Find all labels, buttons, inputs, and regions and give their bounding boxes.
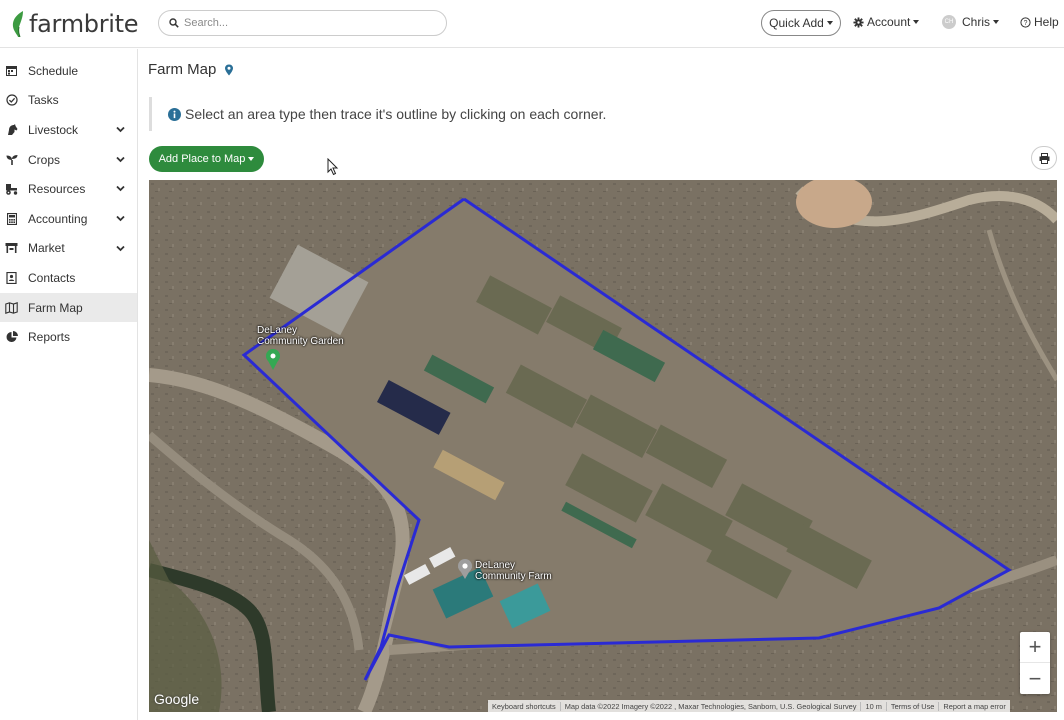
instruction-callout: Select an area type then trace it's outl… <box>149 97 709 131</box>
map-icon <box>5 301 18 314</box>
sidebar-item-label: Crops <box>28 152 61 167</box>
user-menu[interactable]: CH Chris <box>942 15 1000 29</box>
caret-down-icon <box>993 20 1000 24</box>
search-input[interactable] <box>184 17 434 29</box>
sidebar-item-label: Tasks <box>28 93 59 108</box>
tractor-icon <box>5 183 18 196</box>
sidebar-item-label: Contacts <box>28 270 76 285</box>
store-icon <box>5 242 18 255</box>
address-book-icon <box>5 271 18 284</box>
page-title: Farm Map <box>148 61 234 78</box>
gear-icon <box>853 16 864 28</box>
question-circle-icon: ? <box>1020 16 1031 28</box>
user-name: Chris <box>962 15 991 29</box>
instruction-text: Select an area type then trace it's outl… <box>185 106 607 122</box>
chevron-down-icon[interactable] <box>116 244 125 253</box>
search-icon <box>169 18 179 28</box>
zoom-out-button[interactable]: − <box>1020 663 1050 694</box>
keyboard-shortcuts-link[interactable]: Keyboard shortcuts <box>488 701 561 711</box>
caret-down-icon <box>248 157 255 161</box>
help-label: Help <box>1034 15 1059 29</box>
sidebar-item-label: Schedule <box>28 63 79 78</box>
sidebar-item-accounting[interactable]: Accounting <box>0 204 137 234</box>
sidebar-item-label: Farm Map <box>28 300 83 315</box>
map-marker-icon <box>225 64 234 75</box>
logo-text: farmbrite <box>29 10 139 38</box>
sidebar-item-label: Resources <box>28 182 86 197</box>
chevron-down-icon[interactable] <box>116 184 125 193</box>
chevron-down-icon[interactable] <box>116 125 125 134</box>
sidebar-item-livestock[interactable]: Livestock <box>0 115 137 145</box>
terms-link[interactable]: Terms of Use <box>887 701 940 711</box>
help-link[interactable]: ? Help <box>1020 15 1059 29</box>
calendar-icon <box>5 64 18 77</box>
add-place-label: Add Place to Map <box>158 153 246 165</box>
farm-map-canvas[interactable]: DeLaney Community Garden DeLaney Communi… <box>149 180 1057 712</box>
zoom-controls: + − <box>1020 632 1050 694</box>
account-menu[interactable]: Account <box>853 15 920 29</box>
map-attribution: Keyboard shortcuts Map data ©2022 Imager… <box>488 700 1010 712</box>
sidebar-item-label: Livestock <box>28 122 79 137</box>
caret-down-icon <box>913 20 920 24</box>
map-data-text: Map data ©2022 Imagery ©2022 , Maxar Tec… <box>561 701 862 711</box>
garden-label-line2: Community Garden <box>257 336 344 347</box>
quick-add-button[interactable]: Quick Add <box>761 10 841 36</box>
check-circle-icon <box>5 94 18 107</box>
sidebar: Schedule Tasks Livestock Crops Resources… <box>0 49 138 720</box>
sidebar-item-label: Accounting <box>28 211 88 226</box>
sidebar-item-contacts[interactable]: Contacts <box>0 263 137 293</box>
zoom-in-button[interactable]: + <box>1020 632 1050 663</box>
map-label-community-garden[interactable]: DeLaney Community Garden <box>257 325 344 347</box>
svg-text:?: ? <box>1024 19 1028 26</box>
calculator-icon <box>5 212 18 225</box>
report-error-link[interactable]: Report a map error <box>939 702 1009 711</box>
search-box[interactable] <box>158 10 447 36</box>
chevron-down-icon[interactable] <box>116 155 125 164</box>
google-logo[interactable]: Google <box>154 691 199 707</box>
print-button[interactable] <box>1031 146 1057 170</box>
sidebar-item-farm-map[interactable]: Farm Map <box>0 292 137 323</box>
info-circle-icon <box>168 107 181 121</box>
print-icon <box>1039 152 1049 164</box>
garden-label-line1: DeLaney <box>257 325 298 336</box>
map-label-community-farm[interactable]: DeLaney Community Farm <box>475 560 552 582</box>
sidebar-item-market[interactable]: Market <box>0 234 137 264</box>
top-bar: farmbrite Quick Add Account CH Chris <box>0 0 1064 48</box>
caret-down-icon <box>826 21 833 25</box>
add-place-to-map-button[interactable]: Add Place to Map <box>149 146 264 172</box>
avatar: CH <box>942 15 956 29</box>
sidebar-item-label: Reports <box>28 330 71 345</box>
horse-icon <box>5 123 18 136</box>
farmbrite-logo[interactable]: farmbrite <box>10 8 139 40</box>
sidebar-item-reports[interactable]: Reports <box>0 322 137 352</box>
chevron-down-icon[interactable] <box>116 214 125 223</box>
satellite-imagery <box>149 180 1057 712</box>
quick-add-label: Quick Add <box>769 16 824 30</box>
seedling-icon <box>5 153 18 166</box>
farm-label-line2: Community Farm <box>475 571 552 582</box>
leaf-logo-icon <box>12 11 23 38</box>
sidebar-item-schedule[interactable]: Schedule <box>0 56 137 86</box>
scale-text[interactable]: 10 m <box>861 701 887 711</box>
page-title-text: Farm Map <box>148 61 217 78</box>
farm-label-line1: DeLaney <box>475 560 516 571</box>
sidebar-item-tasks[interactable]: Tasks <box>0 86 137 116</box>
sidebar-item-label: Market <box>28 241 65 256</box>
mouse-cursor-icon <box>327 158 339 176</box>
pie-chart-icon <box>5 331 18 344</box>
sidebar-item-crops[interactable]: Crops <box>0 145 137 175</box>
account-label: Account <box>867 15 911 29</box>
sidebar-item-resources[interactable]: Resources <box>0 174 137 204</box>
